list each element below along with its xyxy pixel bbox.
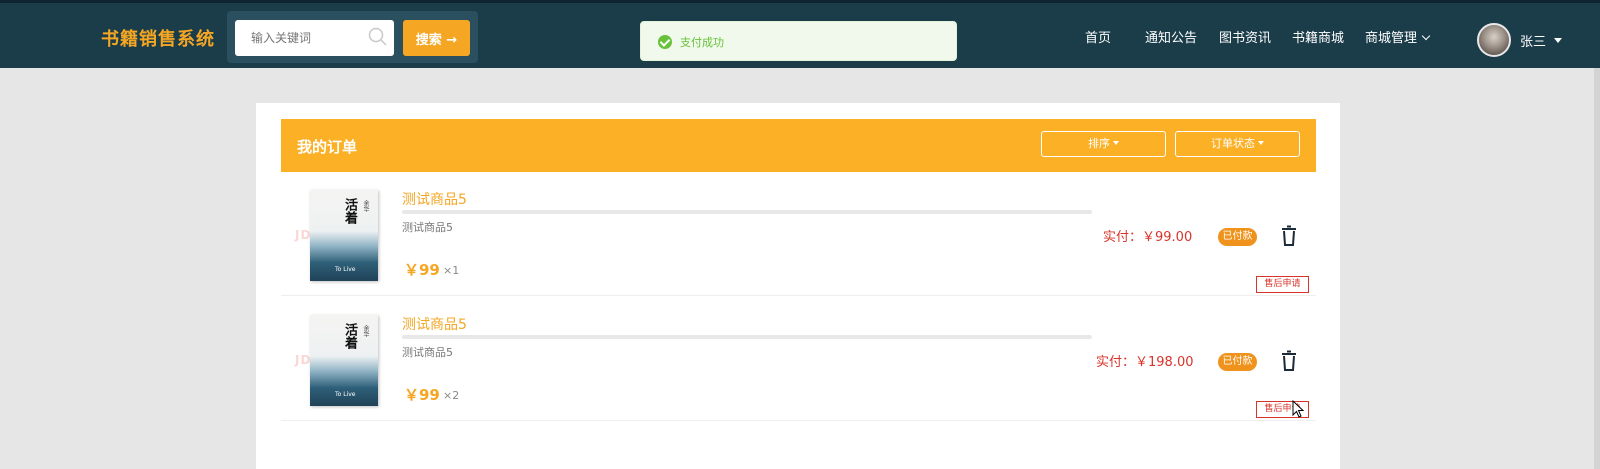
book-cover-english-title: To Live	[335, 266, 356, 273]
brand-title[interactable]: 书籍销售系统	[101, 25, 215, 51]
caret-down-icon	[1113, 141, 1119, 145]
order-status-dropdown-label: 订单状态	[1211, 137, 1255, 150]
trash-icon[interactable]	[1279, 225, 1299, 247]
user-avatar[interactable]	[1477, 23, 1511, 57]
book-cover-title: 活着	[342, 198, 357, 224]
success-check-icon	[658, 35, 672, 49]
after-sale-button[interactable]: 售后申请	[1256, 276, 1309, 293]
nav-announcements[interactable]: 通知公告	[1145, 27, 1197, 46]
book-cover-image[interactable]: 活着 余华 To Live	[310, 190, 378, 281]
divider	[402, 335, 1092, 339]
top-navbar: 书籍销售系统 搜索 → 支付成功 首页 通知公告 图书资讯 书籍商城 商城管理 …	[0, 0, 1600, 68]
cover-watermark: JD	[295, 353, 312, 367]
orders-title: 我的订单	[297, 138, 358, 156]
paid-total: 实付：￥99.00	[1103, 230, 1193, 245]
order-row: 活着 余华 To Live JD 测试商品5 测试商品5 ￥99 ×2 实付：￥…	[281, 297, 1316, 421]
caret-down-icon[interactable]	[1554, 38, 1562, 43]
product-description: 测试商品5	[402, 221, 453, 234]
book-cover-image[interactable]: 活着 余华 To Live	[310, 315, 378, 406]
cover-watermark: JD	[295, 228, 312, 242]
unit-price: ￥99	[404, 386, 440, 404]
order-row: 活着 余华 To Live JD 测试商品5 测试商品5 ￥99 ×1 实付：￥…	[281, 172, 1316, 296]
quantity: ×1	[443, 264, 460, 277]
product-name-link[interactable]: 测试商品5	[402, 314, 467, 334]
book-cover-author: 余华	[362, 200, 369, 212]
page-scrollbar[interactable]	[1594, 68, 1600, 469]
quantity: ×2	[443, 389, 460, 402]
toast-message: 支付成功	[680, 36, 724, 49]
chevron-down-icon	[1421, 31, 1431, 41]
success-toast: 支付成功	[640, 21, 957, 61]
book-cover-english-title: To Live	[335, 391, 356, 398]
search-button[interactable]: 搜索 →	[403, 20, 470, 56]
caret-down-icon	[1258, 141, 1264, 145]
nav-book-news[interactable]: 图书资讯	[1219, 27, 1271, 46]
nav-book-store[interactable]: 书籍商城	[1292, 27, 1344, 46]
sort-dropdown-label: 排序	[1088, 137, 1110, 150]
trash-icon[interactable]	[1279, 350, 1299, 372]
user-name[interactable]: 张三	[1520, 31, 1546, 50]
mouse-cursor-icon	[1292, 400, 1304, 418]
unit-price: ￥99	[404, 261, 440, 279]
product-name-link[interactable]: 测试商品5	[402, 189, 467, 209]
status-badge: 已付款	[1218, 228, 1257, 246]
orders-header: 我的订单 排序 订单状态	[281, 119, 1316, 172]
paid-total: 实付：￥198.00	[1096, 355, 1194, 370]
product-description: 测试商品5	[402, 346, 453, 359]
book-cover-title: 活着	[342, 323, 357, 349]
status-badge: 已付款	[1218, 353, 1257, 371]
nav-store-management-label: 商城管理	[1365, 31, 1418, 46]
sort-dropdown[interactable]: 排序	[1041, 131, 1166, 157]
nav-home[interactable]: 首页	[1085, 27, 1111, 46]
search-bar: 搜索 →	[227, 11, 478, 63]
nav-store-management[interactable]: 商城管理	[1365, 27, 1431, 46]
divider	[402, 210, 1092, 214]
book-cover-author: 余华	[362, 325, 369, 337]
order-status-dropdown[interactable]: 订单状态	[1175, 131, 1300, 157]
search-icon[interactable]	[367, 26, 389, 48]
